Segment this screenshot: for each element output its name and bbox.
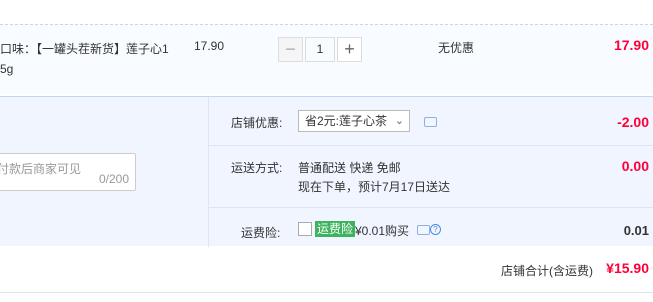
item-name[interactable]: 口味：【一罐头茬新货】莲子心1 5g	[0, 39, 175, 79]
item-discount: 无优惠	[438, 41, 475, 55]
chevron-down-icon: ⌄	[394, 115, 404, 127]
quantity-input[interactable]: 1	[305, 37, 335, 62]
divider	[0, 292, 653, 293]
insurance-price: ¥0.01购买	[355, 224, 410, 238]
quantity-stepper: − 1 +	[278, 37, 362, 62]
insurance-label: 运费险:	[241, 226, 281, 240]
chat-icon[interactable]	[417, 225, 430, 235]
coupon-select[interactable]: 省2元:莲子心茶 ⌄	[298, 110, 410, 132]
seller-message-field[interactable]: 付款后商家可见 0/200	[0, 153, 136, 191]
chat-icon[interactable]	[424, 117, 437, 127]
coupon-selected: 省2元:莲子心茶	[305, 114, 388, 128]
insurance-amount: 0.01	[623, 223, 649, 238]
help-icon[interactable]: ?	[430, 224, 441, 235]
divider	[208, 97, 209, 247]
shipping-method: 普通配送 快递 免邮	[298, 161, 401, 175]
insurance-checkbox[interactable]	[298, 222, 312, 236]
shipping-eta: 现在下单，预计7月17日送达	[298, 180, 451, 194]
shop-discount-amount: -2.00	[617, 114, 649, 130]
shop-total-row: 店铺合计(含运费) ¥15.90	[0, 250, 653, 290]
shop-total-label: 店铺合计(含运费)	[501, 264, 593, 278]
decrease-button[interactable]: −	[278, 37, 303, 62]
unit-price: 17.90	[194, 39, 225, 53]
insurance-badge: 运费险	[315, 221, 356, 237]
shop-discount-label: 店铺优惠:	[231, 116, 283, 130]
shipping-label: 运送方式:	[231, 161, 283, 175]
shop-total-amount: ¥15.90	[606, 260, 649, 276]
item-row: 口味：【一罐头茬新货】莲子心1 5g 17.90 − 1 + 无优惠 17.90	[0, 24, 653, 94]
message-placeholder: 付款后商家可见	[0, 162, 82, 176]
shipping-amount: 0.00	[621, 158, 649, 174]
item-subtotal: 17.90	[613, 37, 649, 53]
message-char-count: 0/200	[98, 172, 129, 186]
divider	[209, 207, 653, 208]
increase-button[interactable]: +	[337, 37, 362, 62]
divider	[209, 145, 653, 146]
